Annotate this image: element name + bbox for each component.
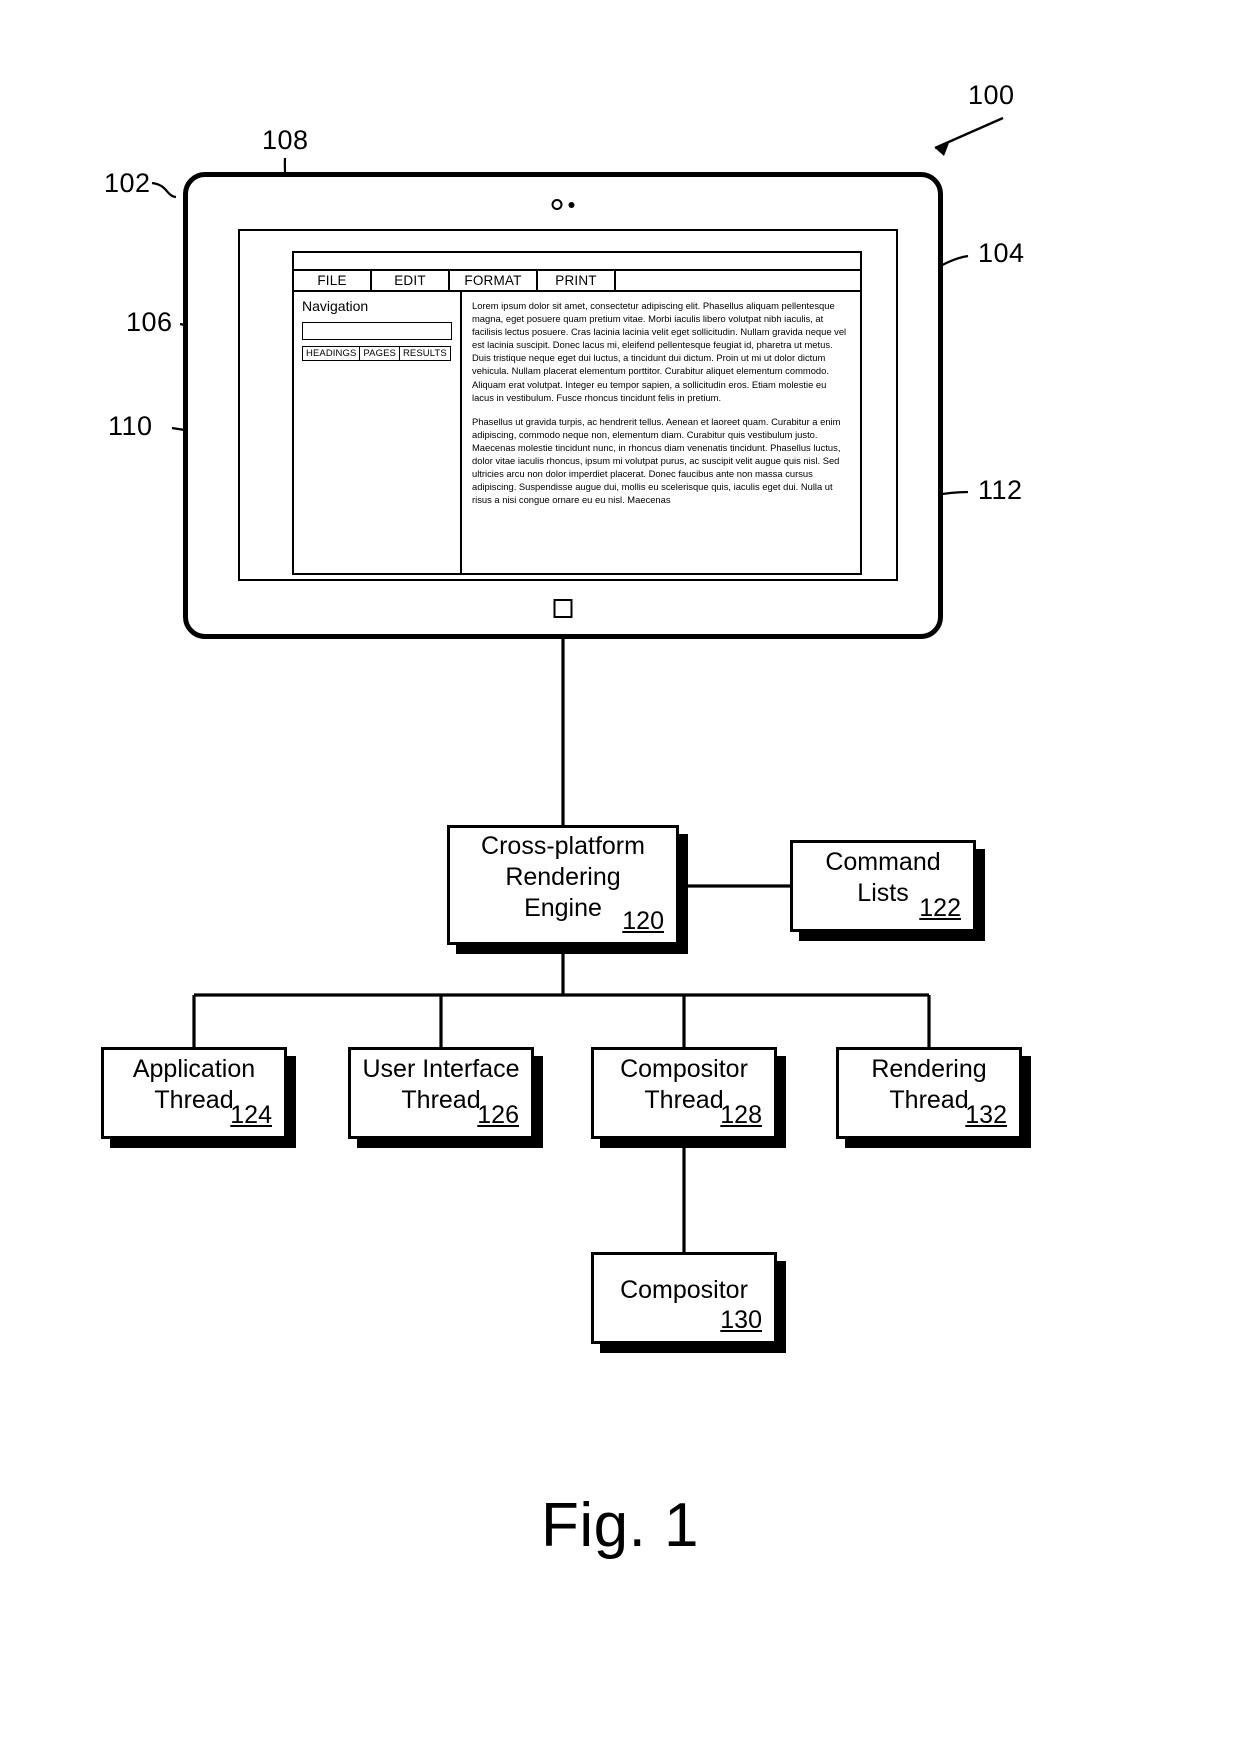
navigation-search-input[interactable] [302,322,452,340]
menu-item-file[interactable]: FILE [294,271,372,290]
block-rendering-thread: Rendering Thread 132 [836,1047,1022,1139]
block-compositor: Compositor 130 [591,1252,777,1344]
application-window: FILE EDIT FORMAT PRINT Navigation HEADIN… [292,251,862,575]
block-label-line: Command [825,848,941,876]
block-cross-platform-rendering-engine: Cross-platform Rendering Engine 120 [447,825,679,945]
ref-108: 108 [262,125,309,155]
nav-tab-results[interactable]: RESULTS [400,347,450,360]
document-paragraph: Lorem ipsum dolor sit amet, consectetur … [472,300,847,403]
block-label-line: User Interface [362,1055,520,1083]
block-compositor-thread: Compositor Thread 128 [591,1047,777,1139]
block-ref-number: 132 [965,1101,1007,1129]
block-command-lists: Command Lists 122 [790,840,976,932]
block-ref-number: 122 [919,894,961,922]
tablet-device: FILE EDIT FORMAT PRINT Navigation HEADIN… [183,172,943,639]
block-ref-number: 120 [622,907,664,935]
menu-item-edit[interactable]: EDIT [372,271,450,290]
display-screen: FILE EDIT FORMAT PRINT Navigation HEADIN… [238,229,898,581]
menu-bar-spacer [616,271,860,290]
navigation-title: Navigation [302,298,369,314]
block-application-thread: Application Thread 124 [101,1047,287,1139]
block-label-line: Thread [154,1086,234,1114]
block-ref-number: 126 [477,1101,519,1129]
block-label-line: Lists [857,879,909,907]
figure-caption: Fig. 1 [540,1491,700,1560]
ref-106: 106 [126,307,173,337]
home-button-icon[interactable] [553,599,573,618]
block-ref-number: 124 [230,1101,272,1129]
ref-100: 100 [968,80,1015,110]
ref-110: 110 [108,411,153,441]
camera-sensor-icon [568,201,575,208]
nav-tab-pages[interactable]: PAGES [360,347,400,360]
camera-lens-icon [551,199,563,210]
work-area: Navigation HEADINGS PAGES RESULTS Lorem … [294,292,860,573]
block-label-line: Thread [889,1086,969,1114]
menu-item-format[interactable]: FORMAT [450,271,538,290]
block-ref-number: 128 [720,1101,762,1129]
block-label-line: Rendering [871,1055,987,1083]
block-label-line: Thread [644,1086,724,1114]
block-user-interface-thread: User Interface Thread 126 [348,1047,534,1139]
ref-112: 112 [978,475,1023,505]
block-label-line: Rendering [505,862,621,891]
camera-icon [551,199,575,210]
ref-102: 102 [104,168,151,198]
document-pane[interactable]: Lorem ipsum dolor sit amet, consectetur … [462,292,860,573]
navigation-tabs: HEADINGS PAGES RESULTS [302,346,451,361]
menu-bar: FILE EDIT FORMAT PRINT [294,271,860,292]
block-label-line: Engine [524,893,602,922]
window-title-bar [294,253,860,271]
patent-figure: 100 102 108 104 106 110 112 FILE EDIT FO… [0,0,1240,1737]
ref-104: 104 [978,238,1025,268]
block-ref-number: 130 [720,1306,762,1334]
nav-tab-headings[interactable]: HEADINGS [303,347,361,360]
block-label-line: Compositor [620,1275,748,1304]
menu-item-print[interactable]: PRINT [538,271,616,290]
block-label-line: Thread [401,1086,481,1114]
navigation-pane: Navigation HEADINGS PAGES RESULTS [294,292,462,573]
document-paragraph: Phasellus ut gravida turpis, ac hendreri… [472,415,841,506]
block-label-line: Cross-platform [481,831,645,860]
block-label-line: Compositor [620,1055,748,1083]
block-label-line: Application [132,1055,256,1083]
